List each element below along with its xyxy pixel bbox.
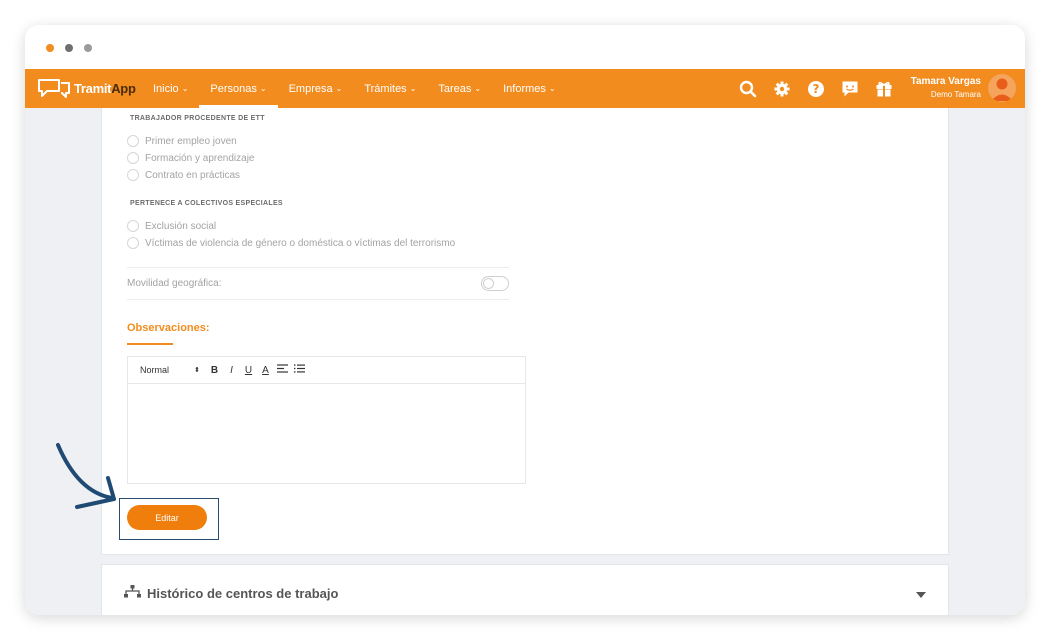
radio-button[interactable]: [127, 152, 139, 164]
nav-item-personas[interactable]: Personas ⌄: [199, 69, 278, 108]
search-icon[interactable]: [737, 78, 759, 100]
nav-item-tramites[interactable]: Trámites ⌄: [353, 69, 427, 108]
editor-toolbar: Normal ⬍ B I U A: [128, 357, 525, 384]
observations-underline: [127, 343, 173, 345]
browser-window: TramitApp Inicio ⌄ Personas ⌄ Empresa ⌄ Trá…: [25, 25, 1025, 615]
gear-icon[interactable]: [771, 78, 793, 100]
svg-text:?: ?: [813, 82, 820, 96]
divider: [127, 267, 509, 268]
sitemap-icon: [124, 585, 141, 603]
app-logo[interactable]: TramitApp: [37, 77, 136, 99]
radio-button[interactable]: [127, 237, 139, 249]
mobility-toggle[interactable]: [481, 276, 509, 291]
page-content: TRABAJADOR PROCEDENTE DE ETT Primer empl…: [25, 108, 1025, 615]
window-close-dot[interactable]: [46, 44, 54, 52]
underline-button[interactable]: U: [240, 365, 257, 376]
history-card-title: Histórico de centros de trabajo: [147, 586, 339, 601]
select-arrows-icon: ⬍: [194, 367, 200, 374]
nav-item-empresa[interactable]: Empresa ⌄: [278, 69, 354, 108]
avatar[interactable]: [988, 74, 1016, 102]
window-maximize-dot[interactable]: [84, 44, 92, 52]
window-minimize-dot[interactable]: [65, 44, 73, 52]
user-company: Demo Tamara: [930, 90, 981, 99]
chevron-down-icon: ⌄: [409, 84, 417, 93]
speech-bubbles-icon: [38, 79, 70, 98]
bold-button[interactable]: B: [206, 365, 223, 376]
bullet-list-icon[interactable]: [291, 364, 308, 376]
nav-item-inicio[interactable]: Inicio ⌄: [142, 69, 199, 108]
text-color-button[interactable]: A: [257, 365, 274, 376]
radio-button[interactable]: [127, 169, 139, 181]
caret-down-icon[interactable]: [916, 592, 926, 598]
observations-title: Observaciones:: [127, 322, 210, 334]
top-navbar: TramitApp Inicio ⌄ Personas ⌄ Empresa ⌄ Trá…: [25, 69, 1025, 108]
radio-exclusion-social[interactable]: Exclusión social: [127, 219, 216, 233]
form-card: TRABAJADOR PROCEDENTE DE ETT Primer empl…: [101, 108, 949, 555]
nav-icon-group: ?: [737, 78, 907, 100]
section-heading-ett: TRABAJADOR PROCEDENTE DE ETT: [130, 115, 265, 122]
rich-text-editor: Normal ⬍ B I U A: [127, 356, 526, 484]
radio-contrato-practicas[interactable]: Contrato en prácticas: [127, 168, 240, 182]
chat-icon[interactable]: [839, 78, 861, 100]
divider: [127, 299, 509, 300]
chevron-down-icon: ⌄: [335, 84, 343, 93]
section-heading-colectivos: PERTENECE A COLECTIVOS ESPECIALES: [130, 200, 283, 207]
user-info[interactable]: Tamara Vargas Demo Tamara: [900, 76, 981, 99]
radio-formacion[interactable]: Formación y aprendizaje: [127, 151, 255, 165]
nav-item-informes[interactable]: Informes ⌄: [492, 69, 567, 108]
toggle-knob: [483, 278, 494, 289]
text-format-select[interactable]: Normal ⬍: [140, 365, 200, 375]
user-name: Tamara Vargas: [910, 76, 981, 87]
italic-button[interactable]: I: [223, 365, 240, 376]
help-icon[interactable]: ?: [805, 78, 827, 100]
logo-text: TramitApp: [74, 80, 136, 96]
user-avatar-icon: [991, 78, 1013, 101]
align-left-icon[interactable]: [274, 364, 291, 376]
history-card[interactable]: Histórico de centros de trabajo: [101, 564, 949, 615]
editor-text-area[interactable]: [128, 384, 525, 483]
radio-victimas-violencia[interactable]: Víctimas de violencia de género o domést…: [127, 236, 455, 250]
chevron-down-icon: ⌄: [181, 84, 189, 93]
mobility-label: Movilidad geográfica:: [127, 278, 222, 289]
edit-button[interactable]: Editar: [127, 505, 207, 530]
chevron-down-icon: ⌄: [548, 84, 556, 93]
window-titlebar: [25, 25, 1025, 69]
radio-button[interactable]: [127, 135, 139, 147]
gift-icon[interactable]: [873, 78, 895, 100]
radio-button[interactable]: [127, 220, 139, 232]
nav-item-tareas[interactable]: Tareas ⌄: [427, 69, 492, 108]
radio-primer-empleo[interactable]: Primer empleo joven: [127, 134, 237, 148]
chevron-down-icon: ⌄: [259, 84, 267, 93]
main-nav: Inicio ⌄ Personas ⌄ Empresa ⌄ Trámites ⌄ Tar…: [142, 69, 567, 108]
chevron-down-icon: ⌄: [474, 84, 482, 93]
